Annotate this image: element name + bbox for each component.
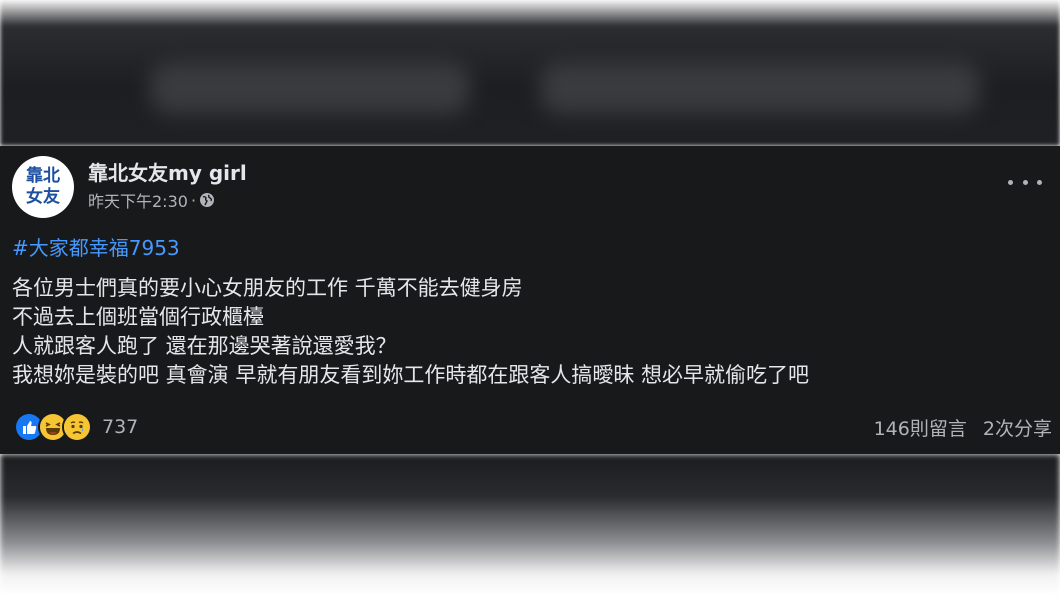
more-dot — [1022, 179, 1028, 185]
more-options-button[interactable] — [1008, 172, 1042, 192]
hashtag-link[interactable]: #大家都幸福7953 — [12, 232, 180, 261]
more-dot — [1037, 179, 1042, 185]
blurred-header — [0, 0, 1060, 146]
post-text-line: 各位男士們真的要小心女朋友的工作 千萬不能去健身房 — [12, 276, 523, 300]
reaction-count: 737 — [102, 416, 139, 438]
post-text-line: 我想妳是裝的吧 真會演 早就有朋友看到妳工作時都在跟客人搞曖昧 想必早就偷吃了吧 — [12, 363, 810, 387]
public-globe-icon — [199, 192, 215, 208]
avatar-logo-text: 靠北女友 — [26, 166, 60, 207]
post-text-line: 不過去上個班當個行政櫃檯 — [12, 305, 264, 329]
facebook-post: 靠北女友 靠北女友my girl 昨天下午2:30 · #大家都幸福7953 各… — [0, 146, 1060, 454]
more-dot — [1008, 179, 1013, 185]
blurred-footer — [0, 454, 1060, 596]
shares-count-link[interactable]: 2次分享 — [983, 418, 1052, 440]
sad-icon — [62, 412, 92, 442]
post-timestamp[interactable]: 昨天下午2:30 — [88, 188, 188, 212]
engagement-stats: 146則留言 2次分享 — [864, 414, 1052, 441]
comments-count-link[interactable]: 146則留言 — [874, 418, 967, 440]
meta-separator: · — [190, 190, 197, 210]
reaction-summary[interactable]: 737 — [14, 412, 138, 442]
post-body: 各位男士們真的要小心女朋友的工作 千萬不能去健身房 不過去上個班當個行政櫃檯 人… — [12, 274, 1052, 390]
post-meta: 昨天下午2:30 · — [88, 188, 215, 212]
page-avatar[interactable]: 靠北女友 — [12, 156, 74, 218]
screenshot-canvas: 靠北女友 靠北女友my girl 昨天下午2:30 · #大家都幸福7953 各… — [0, 0, 1060, 596]
page-name-link[interactable]: 靠北女友my girl — [88, 157, 247, 186]
post-text-line: 人就跟客人跑了 還在那邊哭著說還愛我？ — [12, 334, 397, 358]
